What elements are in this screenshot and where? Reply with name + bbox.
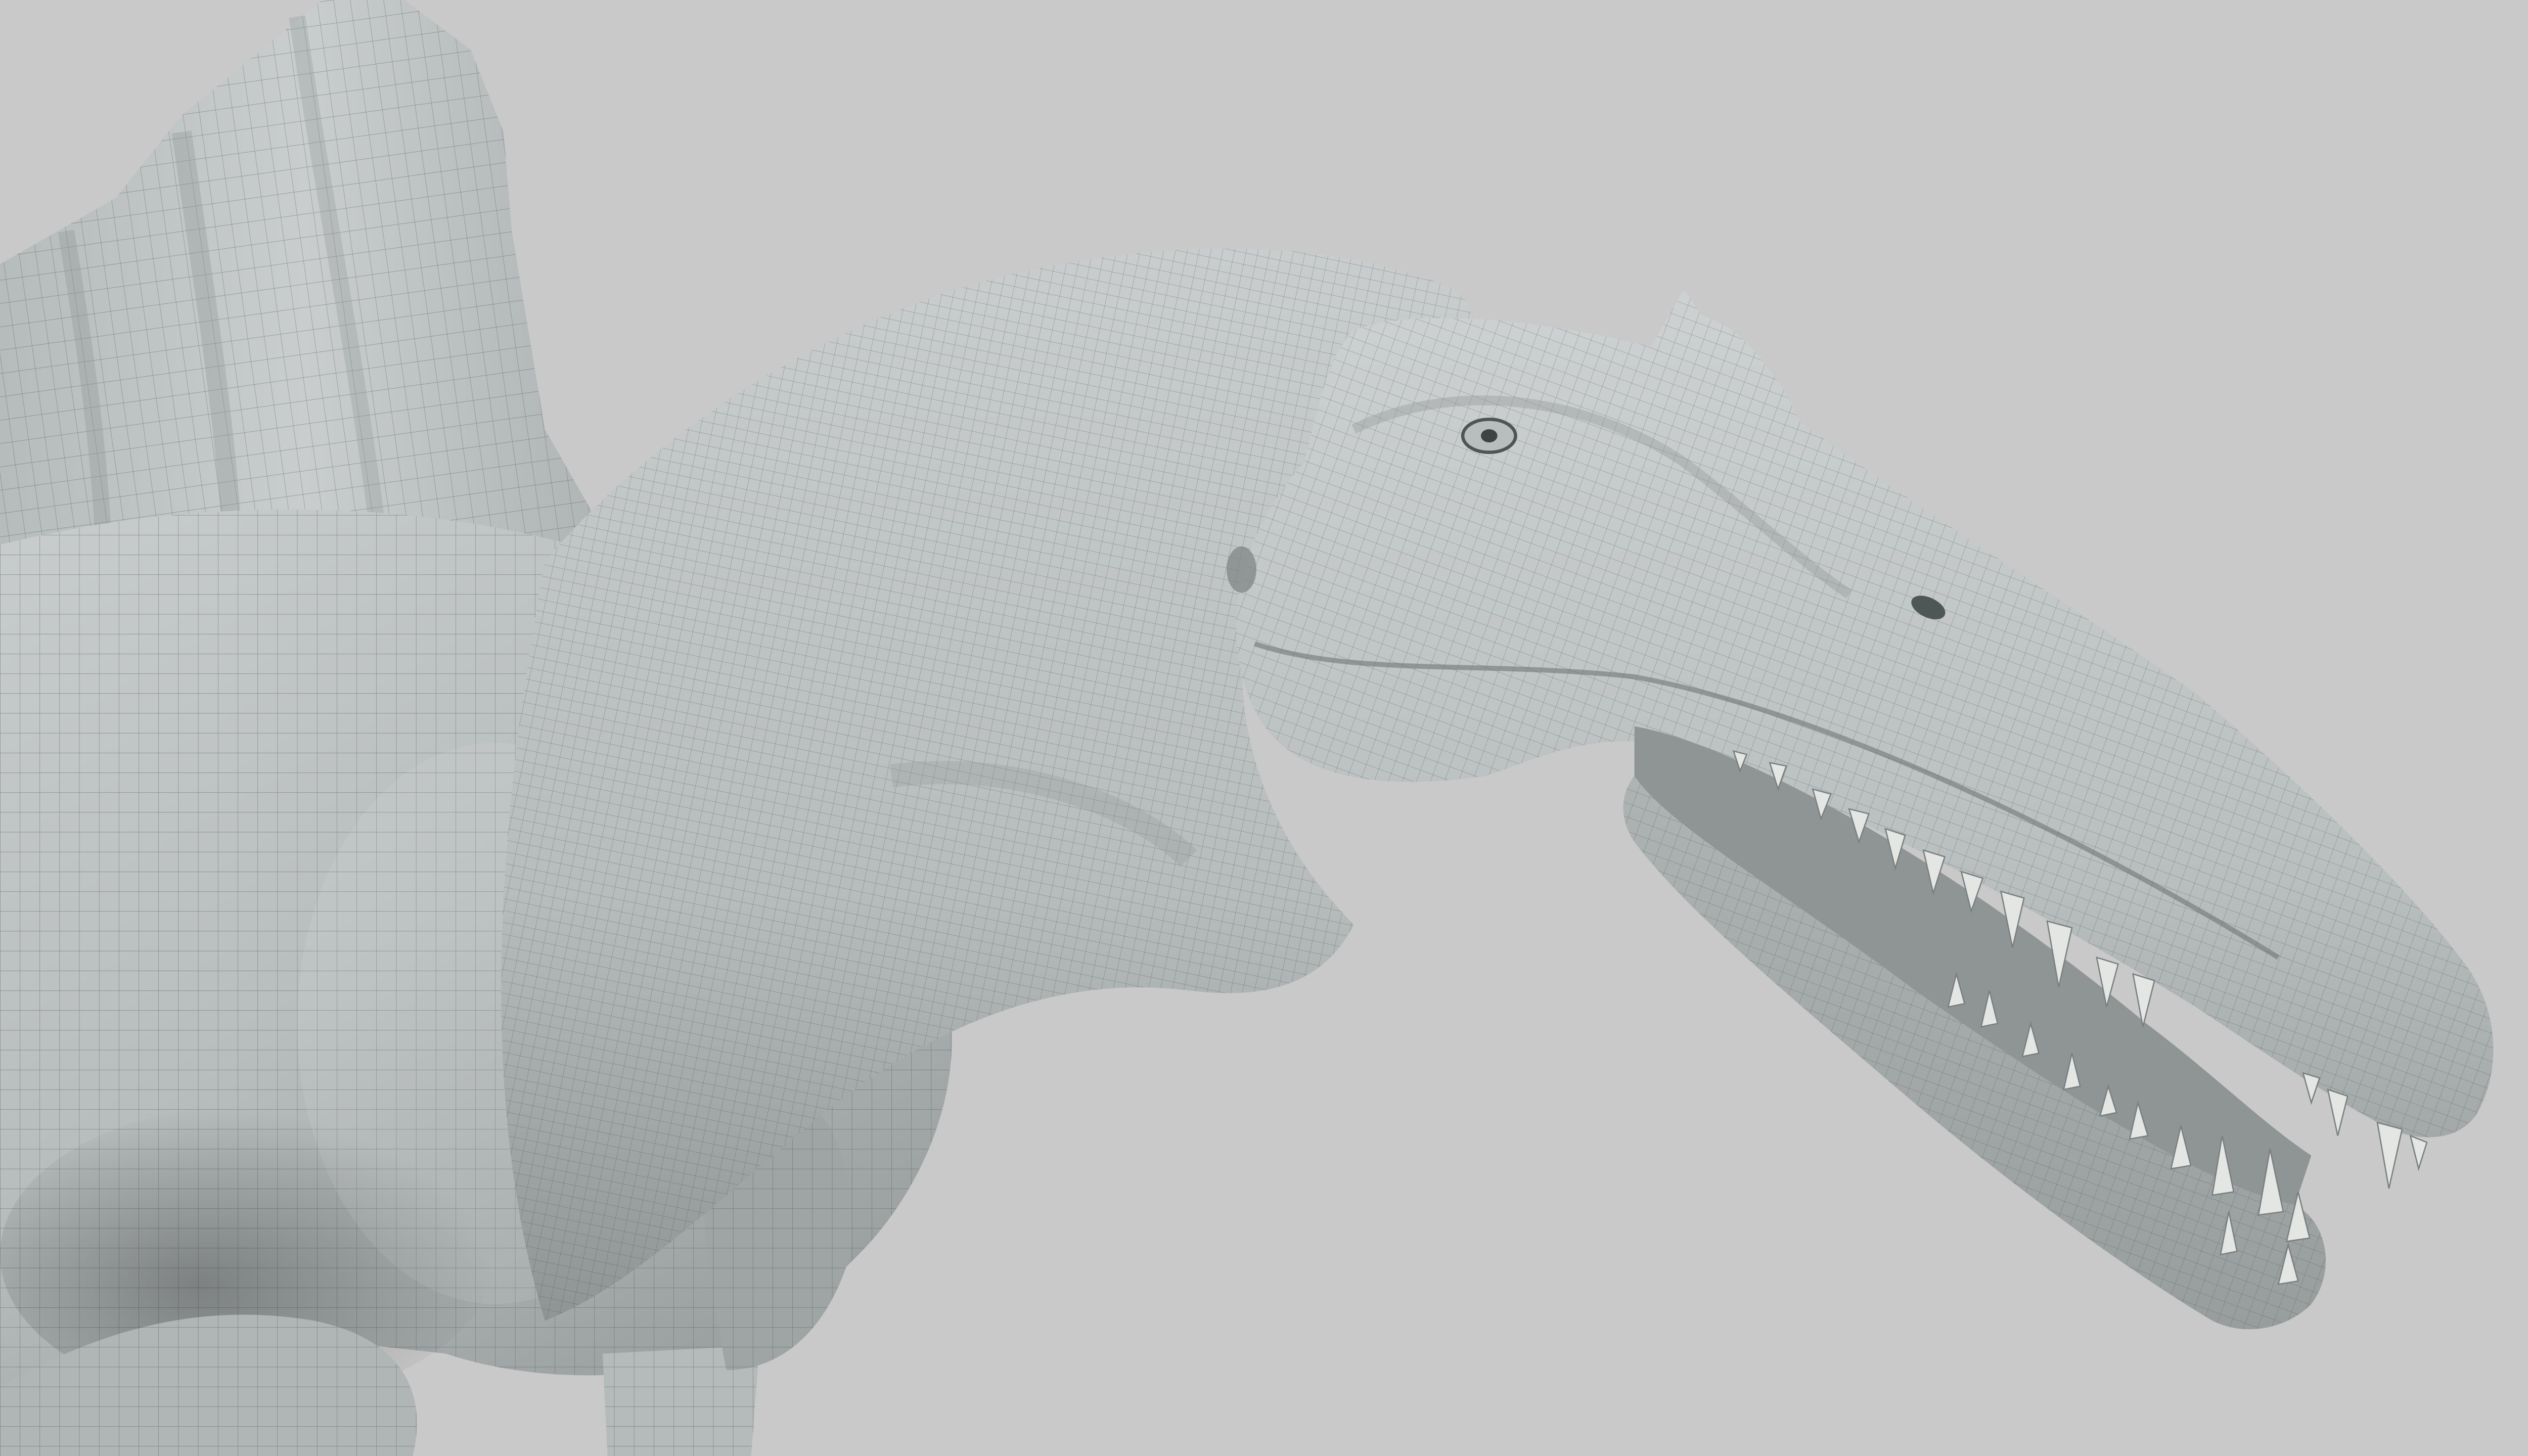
dinosaur-model-render [0, 0, 2494, 1456]
3d-viewport[interactable] [0, 0, 2528, 1456]
